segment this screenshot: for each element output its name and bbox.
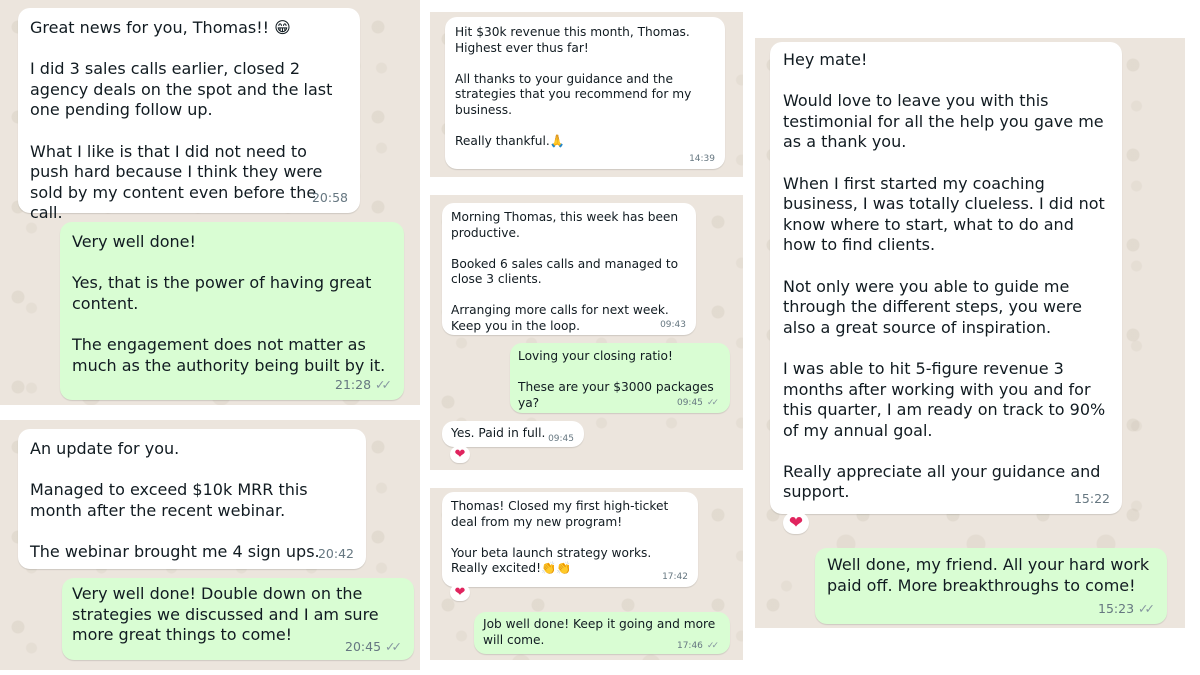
incoming-message: Thomas! Closed my first high-ticket deal… xyxy=(442,492,698,587)
message-text: An update for you. Managed to exceed $10… xyxy=(30,439,320,561)
double-check-icon: ✓✓ xyxy=(375,377,392,392)
outgoing-message: Job well done! Keep it going and more wi… xyxy=(474,612,730,654)
message-time: 21:28 xyxy=(335,377,372,392)
double-check-icon: ✓✓ xyxy=(706,641,719,651)
message-text: Very well done! Yes, that is the power o… xyxy=(72,232,386,375)
outgoing-message: Very well done! Yes, that is the power o… xyxy=(60,222,404,400)
message-time: 20:45 xyxy=(345,639,382,654)
message-time: 20:58 xyxy=(311,190,348,205)
chat-screenshot-6: Hey mate! Would love to leave you with t… xyxy=(755,38,1185,628)
double-check-icon: ✓✓ xyxy=(706,398,719,408)
message-time: 15:23 xyxy=(1098,601,1135,616)
double-check-icon: ✓✓ xyxy=(385,639,402,654)
message-text: Hit $30k revenue this month, Thomas. Hig… xyxy=(455,25,692,148)
message-text: Very well done! Double down on the strat… xyxy=(72,584,384,645)
incoming-message: Hey mate! Would love to leave you with t… xyxy=(770,42,1122,514)
outgoing-message: Well done, my friend. All your hard work… xyxy=(815,548,1167,624)
chat-screenshot-2: An update for you. Managed to exceed $10… xyxy=(0,420,420,670)
message-time: 17:46 xyxy=(676,641,703,651)
chat-screenshot-3: Hit $30k revenue this month, Thomas. Hig… xyxy=(430,12,743,177)
heart-icon: ❤ xyxy=(783,512,809,534)
outgoing-message: Very well done! Double down on the strat… xyxy=(62,578,414,660)
chat-screenshot-1: Great news for you, Thomas!! 😁 I did 3 s… xyxy=(0,0,420,405)
message-time: 09:43 xyxy=(660,320,686,330)
message-time: 09:45 xyxy=(676,398,703,408)
message-text: Thomas! Closed my first high-ticket deal… xyxy=(451,499,669,575)
message-text: Hey mate! Would love to leave you with t… xyxy=(783,50,1106,502)
incoming-message: Morning Thomas, this week has been produ… xyxy=(442,203,696,335)
incoming-message: Hit $30k revenue this month, Thomas. Hig… xyxy=(445,17,725,169)
message-text: Well done, my friend. All your hard work… xyxy=(827,555,1155,595)
outgoing-message: Loving your closing ratio! These are you… xyxy=(510,343,730,413)
message-time: 15:22 xyxy=(1073,491,1110,506)
message-text: Morning Thomas, this week has been produ… xyxy=(451,210,679,333)
incoming-message: Great news for you, Thomas!! 😁 I did 3 s… xyxy=(18,8,360,222)
message-time: 09:45 xyxy=(548,434,574,444)
message-time: 14:39 xyxy=(689,154,715,164)
heart-icon: ❤ xyxy=(450,446,470,463)
chat-screenshot-5: Thomas! Closed my first high-ticket deal… xyxy=(430,488,743,660)
incoming-message: An update for you. Managed to exceed $10… xyxy=(18,429,366,569)
message-time: 20:42 xyxy=(317,546,354,561)
chat-screenshot-4: Morning Thomas, this week has been produ… xyxy=(430,195,743,470)
message-text: Great news for you, Thomas!! 😁 I did 3 s… xyxy=(30,18,333,223)
incoming-message: Yes. Paid in full. 09:45 xyxy=(442,421,584,447)
message-time: 17:42 xyxy=(662,572,688,582)
heart-icon: ❤ xyxy=(450,584,470,601)
double-check-icon: ✓✓ xyxy=(1138,601,1155,616)
